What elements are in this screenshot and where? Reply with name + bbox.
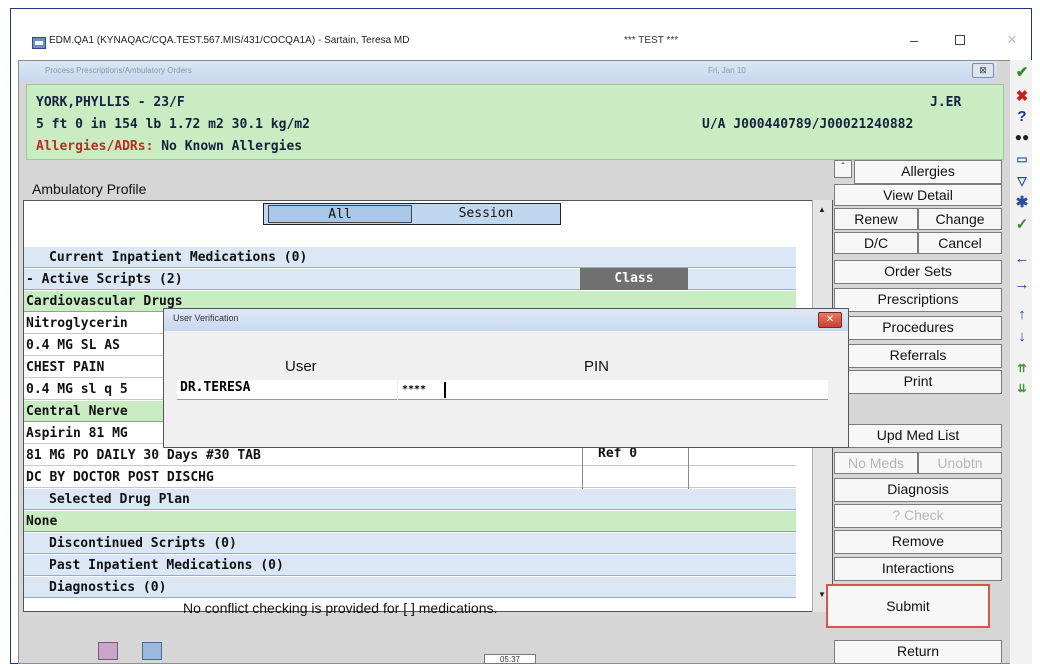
diagnosis-button[interactable]: Diagnosis xyxy=(834,478,1002,502)
referrals-button[interactable]: Referrals xyxy=(834,344,1002,368)
print-button[interactable]: Print xyxy=(834,370,1002,394)
dialog-titlebar xyxy=(164,309,848,331)
arrow-down-icon[interactable]: ↓ xyxy=(1012,328,1032,346)
check-button[interactable]: ? Check xyxy=(834,504,1002,528)
dialog-title: User Verification xyxy=(173,313,239,323)
binoculars-icon[interactable]: ●● xyxy=(1012,128,1032,146)
patient-account: U/A J000440789/J00021240882 xyxy=(702,117,914,132)
asterisk-icon[interactable]: ✱ xyxy=(1012,194,1032,212)
dialog-close-button[interactable]: ✕ xyxy=(818,312,842,328)
monitor-icon[interactable]: ▭ xyxy=(1012,150,1032,168)
double-up-icon[interactable]: ⇈ xyxy=(1012,360,1032,378)
bottom-app-icon[interactable] xyxy=(98,642,118,660)
row-none[interactable]: None xyxy=(24,511,796,532)
row-dc-note[interactable]: DC BY DOCTOR POST DISCHG xyxy=(24,467,796,488)
patient-name: YORK,PHYLLIS - 23/F xyxy=(36,95,185,110)
small-up-button[interactable]: ˆ xyxy=(834,160,852,178)
prescriptions-button[interactable]: Prescriptions xyxy=(834,288,1002,312)
upd-med-list-button[interactable]: Upd Med List xyxy=(834,424,1002,448)
inner-close-button[interactable]: ⊠ xyxy=(972,63,994,78)
remove-button[interactable]: Remove xyxy=(834,530,1002,554)
column-divider xyxy=(582,446,583,490)
class-column-header[interactable]: Class xyxy=(580,268,688,290)
user-label: User xyxy=(285,358,317,375)
submit-button[interactable]: Submit xyxy=(826,584,990,628)
cancel-button[interactable]: Cancel xyxy=(918,232,1002,254)
maximize-icon xyxy=(955,35,965,45)
row-diagnostics[interactable]: Diagnostics (0) xyxy=(24,577,796,598)
allergies-label: Allergies/ADRs: xyxy=(36,139,154,154)
inner-date: Fri, Jan 10 xyxy=(708,66,746,75)
text-caret xyxy=(444,382,446,398)
renew-button[interactable]: Renew xyxy=(834,208,918,230)
refill-label: Ref 0 xyxy=(598,446,638,461)
filter-icon[interactable]: ▽ xyxy=(1012,172,1032,190)
x-icon[interactable]: ✖ xyxy=(1012,88,1032,106)
unobtainable-button[interactable]: Unobtn xyxy=(918,452,1002,474)
row-selected-drug-plan[interactable]: Selected Drug Plan xyxy=(24,489,796,510)
window-titlebar xyxy=(11,9,1031,57)
inner-title: Process Prescriptions/Ambulatory Orders xyxy=(45,66,192,75)
maximize-button[interactable] xyxy=(948,30,972,50)
no-meds-button[interactable]: No Meds xyxy=(834,452,918,474)
interactions-button[interactable]: Interactions xyxy=(834,557,1002,581)
allergies-value: No Known Allergies xyxy=(161,139,303,154)
view-detail-button[interactable]: View Detail xyxy=(834,184,1002,206)
return-button[interactable]: Return xyxy=(834,640,1002,664)
pin-label: PIN xyxy=(584,358,610,375)
allergies-button[interactable]: Allergies xyxy=(854,160,1002,184)
window-title: EDM.QA1 (KYNAQAC/CQA.TEST.567.MIS/431/CO… xyxy=(49,35,410,46)
patient-location: J.ER xyxy=(930,95,962,110)
conflict-message: No conflict checking is provided for [ ]… xyxy=(183,600,498,616)
filter-all-tab[interactable]: All xyxy=(268,205,412,223)
test-label: *** TEST *** xyxy=(624,35,679,46)
ambulatory-profile-label: Ambulatory Profile xyxy=(32,181,147,197)
check-icon[interactable]: ✔ xyxy=(1012,64,1032,82)
row-aspirin-sig[interactable]: 81 MG PO DAILY 30 Days #30 TAB xyxy=(24,445,796,466)
minimize-button[interactable]: – xyxy=(902,30,926,50)
row-discontinued[interactable]: Discontinued Scripts (0) xyxy=(24,533,796,554)
double-down-icon[interactable]: ⇊ xyxy=(1012,380,1032,398)
question-icon[interactable]: ? xyxy=(1012,108,1032,126)
dc-button[interactable]: D/C xyxy=(834,232,918,254)
close-button[interactable]: ✕ xyxy=(1000,30,1024,50)
pin-input[interactable]: **** xyxy=(398,380,828,400)
bottom-app-icon[interactable] xyxy=(142,642,162,660)
user-input[interactable]: DR.TERESA xyxy=(177,380,397,400)
row-past-inpatient[interactable]: Past Inpatient Medications (0) xyxy=(24,555,796,576)
procedures-button[interactable]: Procedures xyxy=(834,316,1002,340)
order-sets-button[interactable]: Order Sets xyxy=(834,260,1002,284)
allergies-line: Allergies/ADRs: No Known Allergies xyxy=(36,139,302,154)
change-button[interactable]: Change xyxy=(918,208,1002,230)
arrow-left-icon[interactable]: ← xyxy=(1012,250,1032,268)
arrow-right-icon[interactable]: → xyxy=(1012,276,1032,294)
arrow-up-icon[interactable]: ↑ xyxy=(1012,306,1032,324)
column-divider xyxy=(688,446,689,490)
bottom-badge: 05:37 xyxy=(484,654,536,664)
filter-session-tab[interactable]: Session xyxy=(414,205,558,223)
row-current-inpatient[interactable]: Current Inpatient Medications (0) xyxy=(24,247,796,268)
patient-vitals: 5 ft 0 in 154 lb 1.72 m2 30.1 kg/m2 xyxy=(36,117,310,132)
scroll-up-icon[interactable]: ▲ xyxy=(813,200,831,220)
checkmark-icon[interactable]: ✓ xyxy=(1012,216,1032,234)
app-icon xyxy=(32,37,46,49)
